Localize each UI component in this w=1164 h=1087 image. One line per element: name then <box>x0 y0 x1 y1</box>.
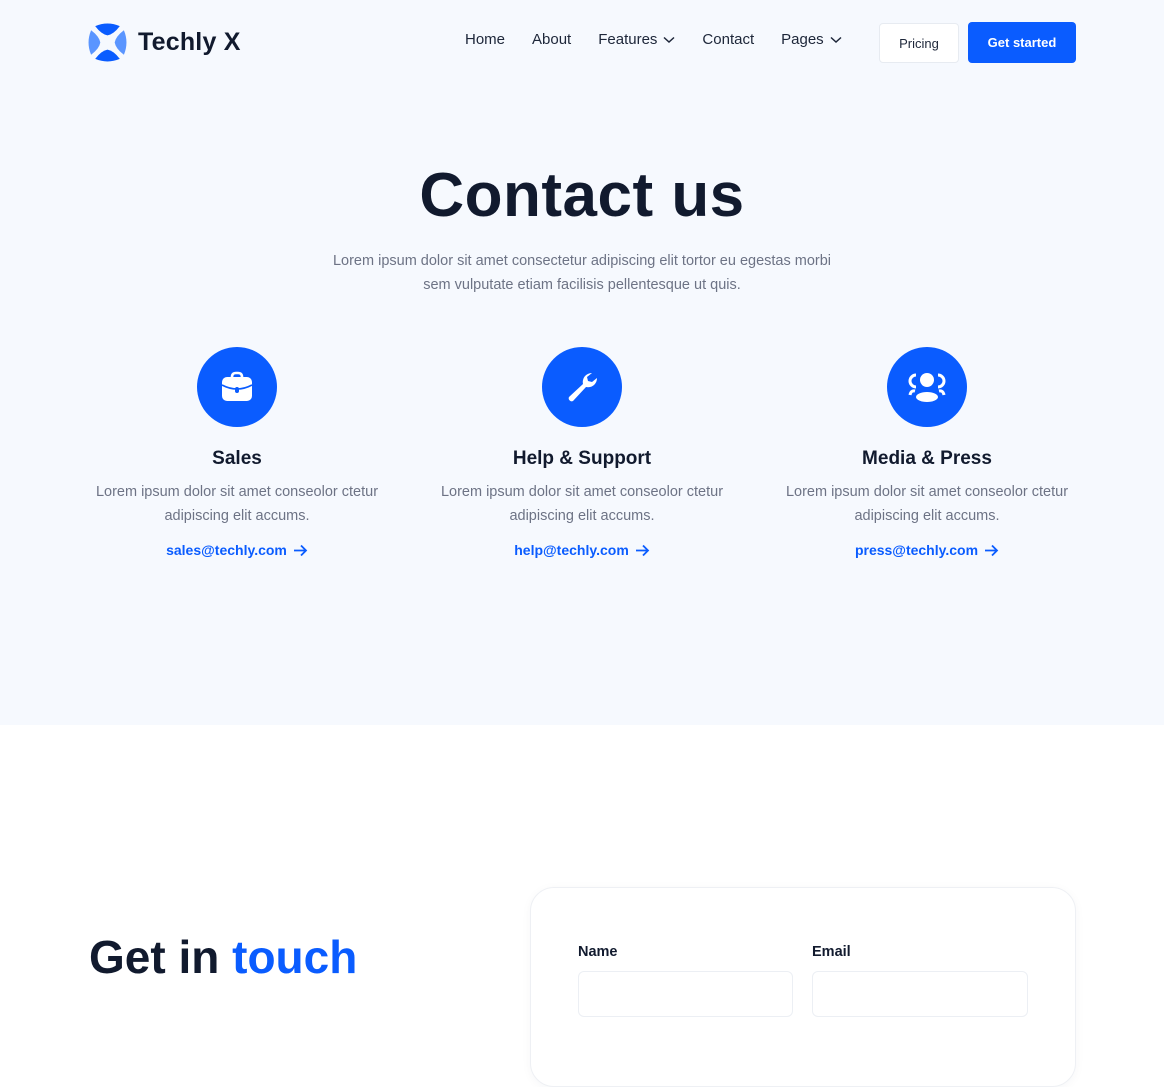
heading-part: Get in <box>89 931 220 983</box>
brand-name: Techly X <box>138 28 241 56</box>
arrow-right-icon <box>985 544 999 556</box>
card-text: Lorem ipsum dolor sit amet conseolor cte… <box>95 484 379 524</box>
briefcase-icon <box>221 371 253 401</box>
email-link-support[interactable]: help@techly.com <box>514 542 650 558</box>
nav-item-features[interactable]: Features <box>598 31 675 48</box>
icon-badge <box>197 347 277 427</box>
arrow-right-icon <box>293 544 308 556</box>
pricing-button[interactable]: Pricing <box>879 23 959 63</box>
card-title: Media & Press <box>862 448 992 469</box>
email-label: Email <box>812 944 851 960</box>
email-text: press@techly.com <box>854 542 979 558</box>
chevron-down-icon <box>830 36 842 43</box>
wrench-icon <box>568 372 598 402</box>
get-started-button[interactable]: Get started <box>968 22 1076 63</box>
name-label: Name <box>578 944 618 960</box>
contact-card-sales: Sales Lorem ipsum dolor sit amet conseol… <box>87 347 387 560</box>
card-title: Sales <box>212 448 262 469</box>
icon-badge <box>542 347 622 427</box>
contact-card-press: Media & Press Lorem ipsum dolor sit amet… <box>777 347 1077 560</box>
nav-item-home[interactable]: Home <box>465 31 505 48</box>
chevron-down-icon <box>663 36 675 43</box>
icon-badge <box>887 347 967 427</box>
arrow-right-icon <box>635 544 650 556</box>
contact-card-support: Help & Support Lorem ipsum dolor sit ame… <box>432 347 732 560</box>
email-link-sales[interactable]: sales@techly.com <box>166 542 308 558</box>
get-in-touch-heading: Get in touch <box>89 930 357 984</box>
nav-label: About <box>532 31 572 48</box>
nav-item-about[interactable]: About <box>532 31 571 48</box>
email-link-press[interactable]: press@techly.com <box>855 542 999 558</box>
card-text: Lorem ipsum dolor sit amet conseolor cte… <box>785 484 1069 524</box>
heading-accent: touch <box>232 931 358 983</box>
nav-label: Pages <box>781 31 824 48</box>
email-text: sales@techly.com <box>166 542 287 558</box>
nav-label: Home <box>465 31 506 48</box>
card-text: Lorem ipsum dolor sit amet conseolor cte… <box>440 484 724 524</box>
nav-label: Contact <box>702 31 755 48</box>
card-title: Help & Support <box>512 448 652 469</box>
email-text: help@techly.com <box>514 542 629 558</box>
main-menu: Home About Features Contact Pages <box>465 31 869 48</box>
nav-item-pages[interactable]: Pages <box>781 31 842 48</box>
nav-label: Features <box>598 31 658 48</box>
logo[interactable]: Techly X <box>87 22 241 63</box>
page-title: Contact us <box>419 161 745 230</box>
logo-icon <box>88 23 127 62</box>
page-subtitle: Lorem ipsum dolor sit amet consectetur a… <box>332 253 832 293</box>
navbar: Techly X Home About Features Contact Pag… <box>0 0 1164 84</box>
nav-item-contact[interactable]: Contact <box>702 31 754 48</box>
users-icon <box>908 373 946 402</box>
